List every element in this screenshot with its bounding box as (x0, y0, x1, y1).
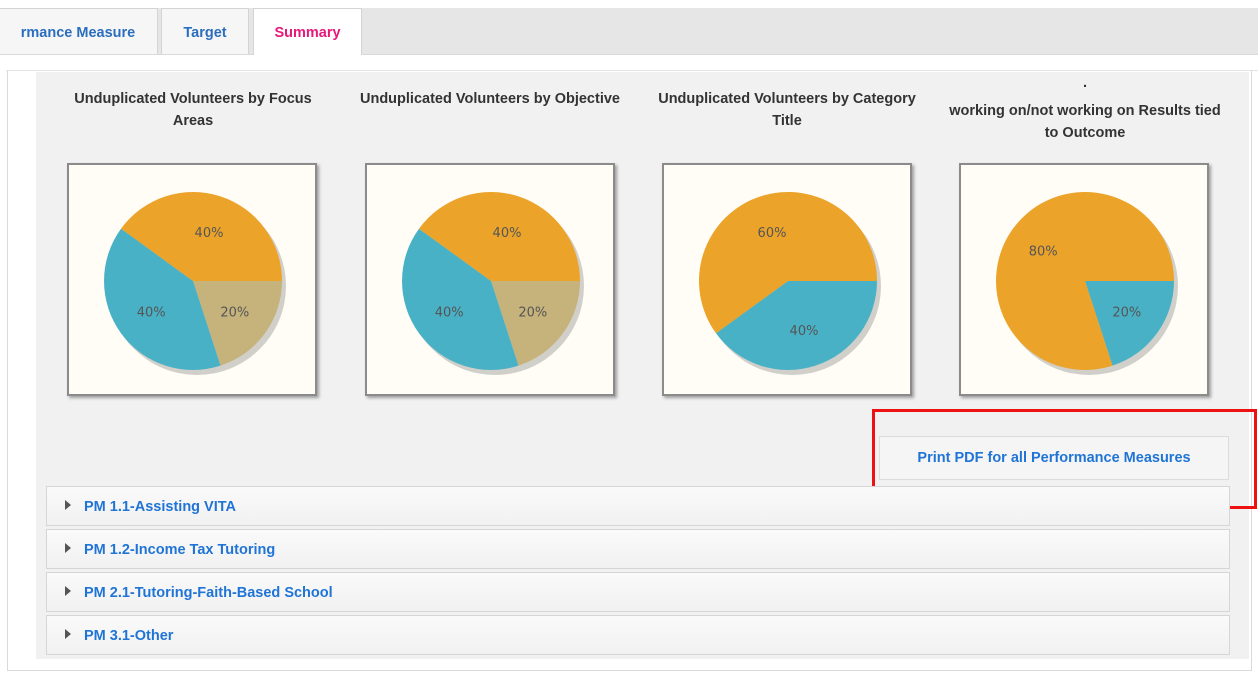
pie-slice-label: 40% (493, 226, 522, 241)
chart-title-results: working on/not working on Results tied t… (949, 103, 1221, 141)
pie-slice-label: 20% (518, 305, 547, 320)
pie-slice-label: 20% (1112, 305, 1141, 320)
pie-chart-category-title: 40% 60% (699, 191, 881, 375)
pie-chart-focus-areas: 20% 40% 40% (104, 192, 286, 375)
caret-right-icon (65, 586, 71, 596)
pie-slice-label: 40% (435, 305, 464, 320)
tab-performance-measure[interactable]: rmance Measure (0, 8, 158, 54)
accordion-item[interactable]: PM 3.1-Other (46, 615, 1230, 655)
chart-focus-areas: 20% 40% 40% (67, 163, 317, 396)
pie-slice-label: 40% (195, 226, 224, 241)
chart-title-objective: Unduplicated Volunteers by Objective (360, 91, 620, 107)
chart-title-prefix: . (1082, 75, 1088, 91)
chart-title-category: Unduplicated Volunteers by Category Titl… (658, 91, 916, 129)
accordion-item[interactable]: PM 1.1-Assisting VITA (46, 486, 1230, 526)
print-pdf-button[interactable]: Print PDF for all Performance Measures (879, 436, 1229, 480)
pie-chart-objective: 20% 40% 40% (402, 192, 584, 375)
tab-target[interactable]: Target (161, 8, 249, 54)
pie-slice-label: 80% (1029, 245, 1058, 260)
caret-right-icon (65, 500, 71, 510)
caret-right-icon (65, 629, 71, 639)
pie-chart-results-outcome: 20% 80% (996, 191, 1178, 375)
pie-slice-label: 60% (758, 226, 787, 241)
accordion-item-label: PM 1.2-Income Tax Tutoring (84, 542, 276, 558)
chart-title-focus-areas: Unduplicated Volunteers by Focus Areas (74, 91, 312, 129)
chart-category-title: 40% 60% (662, 163, 912, 396)
tab-bar: rmance Measure Target Summary (0, 8, 1258, 55)
accordion-item[interactable]: PM 1.2-Income Tax Tutoring (46, 529, 1230, 569)
caret-right-icon (65, 543, 71, 553)
accordion-item-label: PM 2.1-Tutoring-Faith-Based School (84, 585, 333, 601)
pie-slice-label: 40% (790, 324, 819, 339)
tab-summary[interactable]: Summary (253, 8, 362, 55)
chart-objective: 20% 40% 40% (365, 163, 615, 396)
accordion-item[interactable]: PM 2.1-Tutoring-Faith-Based School (46, 572, 1230, 612)
pie-slice-label: 20% (220, 305, 249, 320)
chart-results-outcome: 20% 80% (959, 163, 1209, 396)
accordion-item-label: PM 1.1-Assisting VITA (84, 499, 237, 515)
pie-slice-label: 40% (137, 305, 166, 320)
accordion-item-label: PM 3.1-Other (84, 628, 174, 644)
